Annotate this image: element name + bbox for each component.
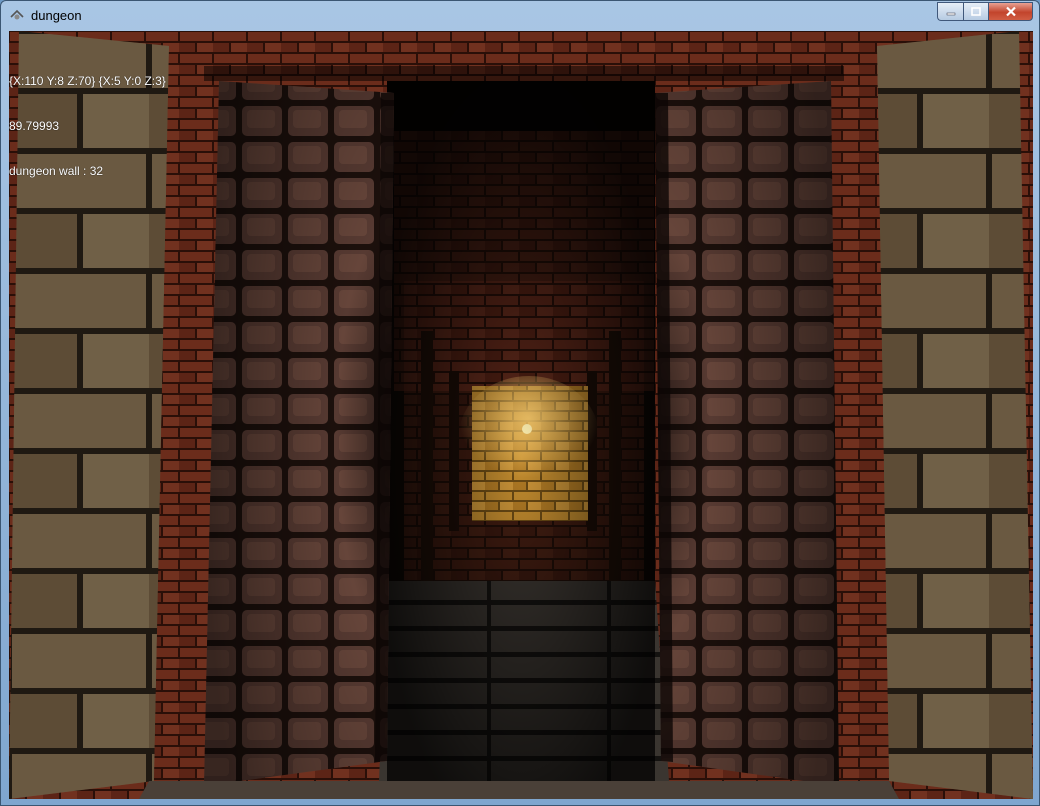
- maximize-icon: [971, 7, 981, 16]
- close-icon: [1005, 6, 1016, 17]
- hud-target: dungeon wall : 32: [9, 164, 104, 178]
- hud-angle: 89.79993: [9, 119, 60, 133]
- threshold: [139, 781, 899, 799]
- app-icon: [10, 9, 24, 20]
- debug-hud: {X:110 Y:8 Z:70} {X:5 Y:0 Z:3} 89.79993 …: [9, 44, 166, 209]
- window-title: dungeon: [31, 8, 82, 23]
- right-door[interactable]: [655, 81, 839, 786]
- minimize-icon: [946, 12, 955, 15]
- hud-coordinates: {X:110 Y:8 Z:70} {X:5 Y:0 Z:3}: [9, 74, 166, 88]
- app-window: dungeon {X:110 Y:8 Z:70} {X:5 Y:0 Z:3} 8…: [0, 0, 1040, 806]
- title-bar[interactable]: dungeon: [1, 1, 1039, 31]
- minimize-button[interactable]: [937, 2, 963, 21]
- left-door[interactable]: [204, 81, 394, 786]
- corridor: [379, 71, 669, 781]
- close-button[interactable]: [988, 2, 1033, 21]
- maximize-button[interactable]: [963, 2, 988, 21]
- game-viewport[interactable]: {X:110 Y:8 Z:70} {X:5 Y:0 Z:3} 89.79993 …: [9, 31, 1033, 799]
- caption-buttons: [937, 2, 1033, 21]
